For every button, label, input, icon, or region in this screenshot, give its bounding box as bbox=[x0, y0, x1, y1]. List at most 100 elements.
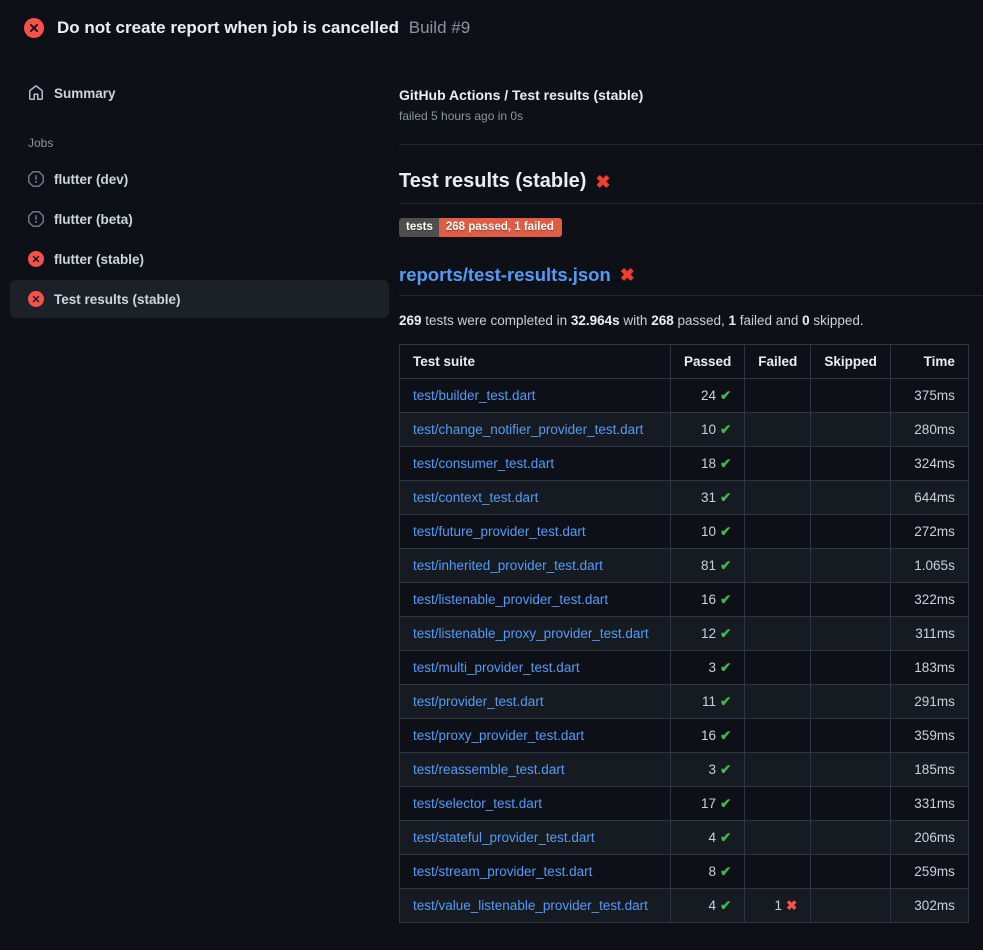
report-file-link[interactable]: reports/test-results.json bbox=[399, 264, 611, 286]
summary-number: 1 bbox=[729, 313, 737, 328]
passed-cell: 11✔ bbox=[671, 685, 745, 719]
count: 12 bbox=[701, 626, 716, 641]
check-icon: ✔ bbox=[720, 592, 731, 607]
test-suite-link[interactable]: test/value_listenable_provider_test.dart bbox=[413, 898, 648, 913]
table-row: test/consumer_test.dart18✔324ms bbox=[400, 447, 969, 481]
summary-number: 268 bbox=[651, 313, 674, 328]
test-suite-link[interactable]: test/inherited_provider_test.dart bbox=[413, 558, 603, 573]
test-suite-link[interactable]: test/provider_test.dart bbox=[413, 694, 544, 709]
skipped-cell bbox=[811, 515, 891, 549]
check-icon: ✔ bbox=[720, 422, 731, 437]
sidebar-item-summary[interactable]: Summary bbox=[10, 74, 389, 112]
failed-cell bbox=[745, 685, 811, 719]
column-time: Time bbox=[890, 345, 968, 379]
passed-cell: 24 ✔ bbox=[671, 379, 745, 413]
test-suite-link[interactable]: test/listenable_provider_test.dart bbox=[413, 592, 608, 607]
skipped-cell bbox=[811, 651, 891, 685]
failed-cell bbox=[745, 617, 811, 651]
count: 1 bbox=[774, 898, 782, 913]
test-suite-link[interactable]: test/reassemble_test.dart bbox=[413, 762, 565, 777]
failed-x-icon: ✖ bbox=[620, 266, 635, 284]
sidebar-job-item-0[interactable]: flutter (dev) bbox=[10, 160, 389, 198]
sidebar-job-item-1[interactable]: flutter (beta) bbox=[10, 200, 389, 238]
check-icon: ✔ bbox=[720, 388, 731, 403]
check-icon: ✔ bbox=[720, 694, 731, 709]
table-row: test/listenable_provider_test.dart16✔322… bbox=[400, 583, 969, 617]
run-sidebar: Summary Jobs flutter (dev) flutter (beta)… bbox=[0, 56, 399, 320]
time-cell: 359ms bbox=[890, 719, 968, 753]
test-suite-link[interactable]: test/stateful_provider_test.dart bbox=[413, 830, 595, 845]
failed-x-icon: ✖ bbox=[595, 173, 610, 191]
check-icon: ✔ bbox=[720, 864, 731, 879]
passed-cell: 3✔ bbox=[671, 651, 745, 685]
sidebar-summary-label: Summary bbox=[54, 86, 116, 101]
time-cell: 322ms bbox=[890, 583, 968, 617]
badge-label: tests bbox=[399, 218, 439, 237]
passed-cell: 3✔ bbox=[671, 753, 745, 787]
suite-cell: test/inherited_provider_test.dart bbox=[400, 549, 671, 583]
time-cell: 302ms bbox=[890, 889, 968, 923]
section-heading: Test results (stable) ✖ bbox=[399, 170, 983, 204]
x-circle-icon bbox=[28, 291, 44, 307]
count: 10 bbox=[701, 524, 716, 539]
count: 24 bbox=[701, 388, 716, 403]
column-test-suite: Test suite bbox=[400, 345, 671, 379]
sidebar-job-item-2[interactable]: flutter (stable) bbox=[10, 240, 389, 278]
summary-number: 0 bbox=[802, 313, 810, 328]
job-label: flutter (stable) bbox=[54, 252, 144, 267]
test-suite-link[interactable]: test/context_test.dart bbox=[413, 490, 538, 505]
header-divider bbox=[399, 144, 983, 145]
test-suite-link[interactable]: test/builder_test.dart bbox=[413, 388, 535, 403]
check-icon: ✔ bbox=[720, 490, 731, 505]
table-row: test/listenable_proxy_provider_test.dart… bbox=[400, 617, 969, 651]
passed-cell: 16✔ bbox=[671, 719, 745, 753]
job-label: flutter (beta) bbox=[54, 212, 133, 227]
suite-cell: test/stream_provider_test.dart bbox=[400, 855, 671, 889]
time-cell: 206ms bbox=[890, 821, 968, 855]
suite-cell: test/reassemble_test.dart bbox=[400, 753, 671, 787]
suite-cell: test/future_provider_test.dart bbox=[400, 515, 671, 549]
sidebar-job-item-3[interactable]: Test results (stable) bbox=[10, 280, 389, 318]
test-suite-link[interactable]: test/proxy_provider_test.dart bbox=[413, 728, 584, 743]
time-cell: 272ms bbox=[890, 515, 968, 549]
suite-cell: test/consumer_test.dart bbox=[400, 447, 671, 481]
job-label: flutter (dev) bbox=[54, 172, 128, 187]
test-suite-link[interactable]: test/stream_provider_test.dart bbox=[413, 864, 592, 879]
suite-cell: test/multi_provider_test.dart bbox=[400, 651, 671, 685]
passed-cell: 81✔ bbox=[671, 549, 745, 583]
check-icon: ✔ bbox=[720, 728, 731, 743]
report-file-heading[interactable]: reports/test-results.json ✖ bbox=[399, 264, 983, 296]
suite-cell: test/proxy_provider_test.dart bbox=[400, 719, 671, 753]
count: 10 bbox=[701, 422, 716, 437]
test-suite-link[interactable]: test/multi_provider_test.dart bbox=[413, 660, 580, 675]
skipped-cell bbox=[811, 685, 891, 719]
time-cell: 291ms bbox=[890, 685, 968, 719]
count: 81 bbox=[701, 558, 716, 573]
passed-cell: 10✔ bbox=[671, 515, 745, 549]
table-row: test/selector_test.dart17✔331ms bbox=[400, 787, 969, 821]
test-suite-link[interactable]: test/listenable_proxy_provider_test.dart bbox=[413, 626, 649, 641]
skipped-cell bbox=[811, 617, 891, 651]
skipped-cell bbox=[811, 787, 891, 821]
skipped-cell bbox=[811, 583, 891, 617]
table-row: test/proxy_provider_test.dart 16✔ 359ms bbox=[400, 719, 969, 753]
x-circle-icon bbox=[24, 18, 44, 38]
check-icon: ✔ bbox=[720, 796, 731, 811]
test-suite-link[interactable]: test/consumer_test.dart bbox=[413, 456, 554, 471]
count: 3 bbox=[708, 762, 716, 777]
test-suite-link[interactable]: test/future_provider_test.dart bbox=[413, 524, 586, 539]
job-label: Test results (stable) bbox=[54, 292, 181, 307]
jobs-heading: Jobs bbox=[28, 136, 371, 150]
time-cell: 259ms bbox=[890, 855, 968, 889]
home-icon bbox=[28, 85, 44, 101]
count: 4 bbox=[708, 898, 716, 913]
summary-text: skipped. bbox=[810, 313, 864, 328]
run-header: Do not create report when job is cancell… bbox=[0, 0, 983, 56]
test-suite-link[interactable]: test/selector_test.dart bbox=[413, 796, 542, 811]
workflow-run-title: Do not create report when job is cancell… bbox=[57, 18, 399, 37]
summary-text: failed and bbox=[736, 313, 802, 328]
time-cell: 644ms bbox=[890, 481, 968, 515]
suite-cell: test/stateful_provider_test.dart bbox=[400, 821, 671, 855]
failed-cell bbox=[745, 651, 811, 685]
test-suite-link[interactable]: test/change_notifier_provider_test.dart bbox=[413, 422, 643, 437]
